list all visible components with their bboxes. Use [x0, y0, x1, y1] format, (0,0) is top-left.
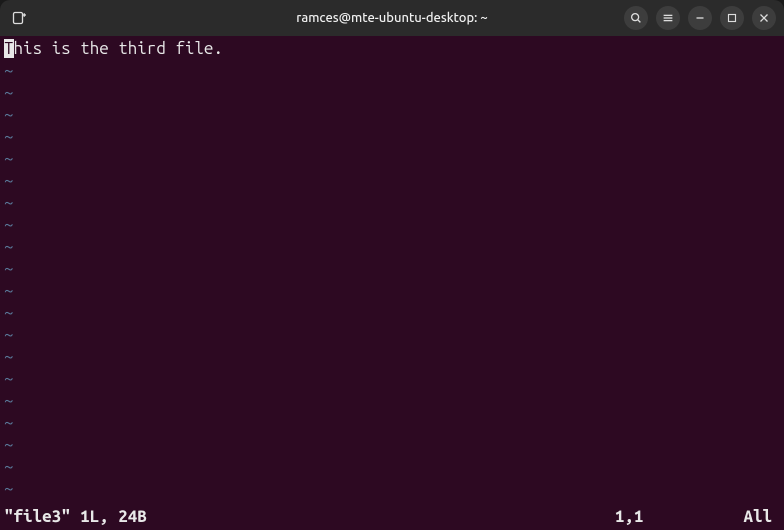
empty-line-tilde: ~ [4, 214, 780, 236]
editor-line-1: This is the third file. [4, 38, 780, 60]
empty-line-tilde: ~ [4, 236, 780, 258]
empty-line-tilde: ~ [4, 368, 780, 390]
empty-line-tilde: ~ [4, 390, 780, 412]
empty-line-tilde: ~ [4, 126, 780, 148]
empty-lines: ~~~~~~~~~~~~~~~~~~~~ [4, 60, 780, 500]
empty-line-tilde: ~ [4, 434, 780, 456]
search-button[interactable] [624, 6, 648, 30]
empty-line-tilde: ~ [4, 302, 780, 324]
empty-line-tilde: ~ [4, 170, 780, 192]
cursor: T [4, 39, 14, 58]
empty-line-tilde: ~ [4, 478, 780, 500]
empty-line-tilde: ~ [4, 60, 780, 82]
empty-line-tilde: ~ [4, 258, 780, 280]
empty-line-tilde: ~ [4, 148, 780, 170]
empty-line-tilde: ~ [4, 280, 780, 302]
file-info: "file3" 1L, 24B [4, 506, 147, 528]
empty-line-tilde: ~ [4, 412, 780, 434]
empty-line-tilde: ~ [4, 324, 780, 346]
empty-line-tilde: ~ [4, 456, 780, 478]
empty-line-tilde: ~ [4, 346, 780, 368]
minimize-button[interactable] [688, 6, 712, 30]
maximize-button[interactable] [720, 6, 744, 30]
status-line: "file3" 1L, 24B 1,1 All [4, 506, 780, 528]
cursor-position: 1,1 [615, 506, 744, 528]
line-text: his is the third file. [14, 39, 223, 58]
close-button[interactable] [752, 6, 776, 30]
empty-line-tilde: ~ [4, 192, 780, 214]
titlebar: ramces@mte-ubuntu-desktop: ~ [0, 0, 784, 36]
titlebar-left [8, 7, 158, 29]
empty-line-tilde: ~ [4, 104, 780, 126]
new-tab-button[interactable] [8, 7, 30, 29]
window-title: ramces@mte-ubuntu-desktop: ~ [296, 11, 487, 25]
menu-button[interactable] [656, 6, 680, 30]
terminal-area[interactable]: This is the third file. ~~~~~~~~~~~~~~~~… [0, 36, 784, 530]
scroll-percent: All [743, 506, 780, 528]
empty-line-tilde: ~ [4, 82, 780, 104]
titlebar-right [624, 6, 776, 30]
